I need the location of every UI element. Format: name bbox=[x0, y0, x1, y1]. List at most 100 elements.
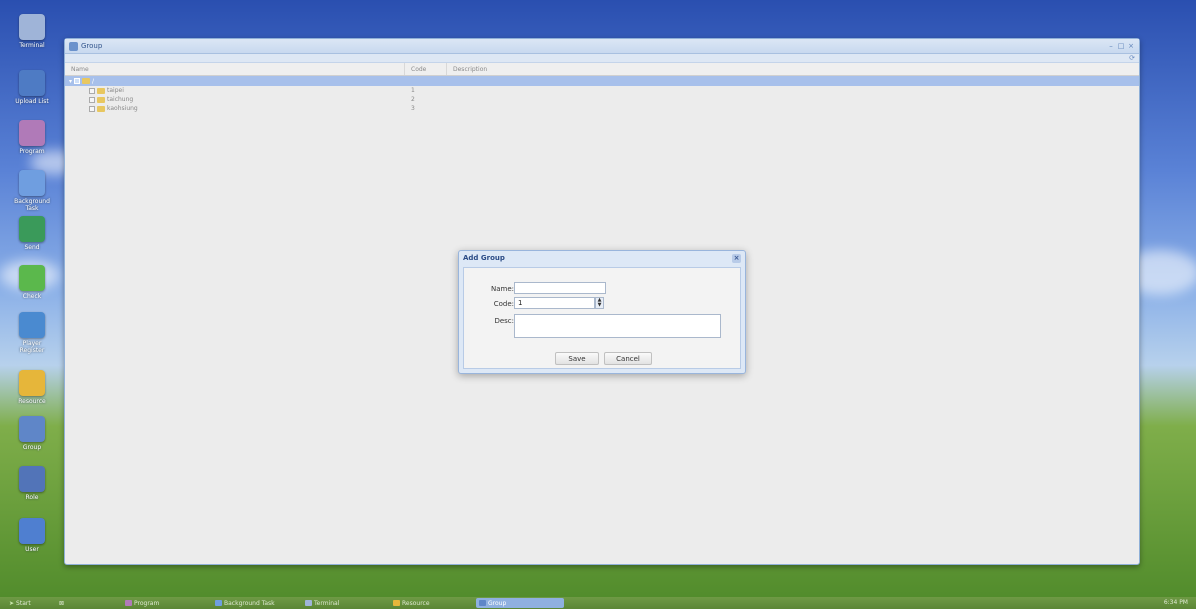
row-name-cell: kaohsiung bbox=[65, 105, 405, 112]
taskbar-item[interactable]: Program bbox=[122, 598, 162, 608]
desktop-icon-label: Background Task bbox=[14, 198, 50, 212]
taskbar-item-label: Program bbox=[134, 599, 160, 607]
code-field[interactable] bbox=[514, 297, 595, 309]
desktop-icon[interactable]: Terminal bbox=[12, 14, 52, 49]
desktop-icon-label: Resource bbox=[18, 398, 46, 405]
desktop-icon[interactable]: Send bbox=[12, 216, 52, 251]
root-label: / bbox=[92, 77, 95, 85]
minimize-icon[interactable]: – bbox=[1107, 42, 1115, 50]
desktop-icon-label: Player Register bbox=[19, 340, 45, 354]
expand-icon[interactable]: ▾ bbox=[69, 78, 72, 85]
desktop-icon[interactable]: Resource bbox=[12, 370, 52, 405]
upload-arrow-icon bbox=[19, 70, 45, 96]
close-icon[interactable]: × bbox=[732, 253, 741, 263]
desktop-icon[interactable]: Check bbox=[12, 265, 52, 300]
monitor-icon bbox=[19, 14, 45, 40]
list-icon bbox=[19, 170, 45, 196]
desktop-icon[interactable]: Player Register bbox=[12, 312, 52, 354]
taskbar-item[interactable]: Terminal bbox=[302, 598, 342, 608]
desktop-icon-label: Check bbox=[22, 293, 42, 300]
row-checkbox[interactable] bbox=[89, 105, 95, 112]
desktop-icon[interactable]: Group bbox=[12, 416, 52, 451]
desktop-icon[interactable]: User bbox=[12, 518, 52, 553]
folder-icon bbox=[97, 87, 105, 94]
root-checkbox[interactable] bbox=[74, 78, 81, 84]
code-stepper[interactable]: ▲ ▼ bbox=[595, 297, 604, 309]
row-name: taichung bbox=[107, 96, 134, 103]
folder-icon bbox=[19, 370, 45, 396]
list-icon bbox=[215, 600, 222, 606]
desktop-icon-label: Terminal bbox=[19, 42, 45, 49]
dialog-titlebar[interactable]: Add Group × bbox=[459, 251, 745, 265]
desc-field[interactable] bbox=[514, 314, 721, 338]
role-icon bbox=[19, 466, 45, 492]
table-row[interactable]: taipei 1 bbox=[65, 86, 1139, 95]
desktop-icon[interactable]: Program bbox=[12, 120, 52, 155]
row-checkbox[interactable] bbox=[89, 96, 95, 103]
folder-icon bbox=[97, 96, 105, 103]
taskbar-item[interactable]: Resource bbox=[390, 598, 433, 608]
monitor-icon bbox=[305, 600, 312, 606]
start-label: Start bbox=[16, 599, 31, 607]
desktop-icon[interactable]: Background Task bbox=[12, 170, 52, 212]
taskbar-item[interactable]: Background Task bbox=[212, 598, 278, 608]
column-header-code[interactable]: Code bbox=[405, 63, 447, 75]
tree-root-row[interactable]: ▾ / bbox=[65, 76, 1139, 86]
taskbar-item-label: Terminal bbox=[314, 599, 340, 607]
grid-header: Name Code Description bbox=[65, 63, 1139, 76]
start-icon: ➤ bbox=[9, 599, 15, 607]
name-field[interactable] bbox=[514, 282, 606, 294]
save-button[interactable]: Save bbox=[555, 352, 599, 365]
group-icon bbox=[69, 41, 78, 51]
desktop-icon-label: User bbox=[25, 546, 39, 553]
cancel-button[interactable]: Cancel bbox=[604, 352, 652, 365]
table-row[interactable]: taichung 2 bbox=[65, 95, 1139, 104]
window-title: Group bbox=[81, 42, 103, 50]
row-name-cell: taichung bbox=[65, 96, 405, 103]
row-name: kaohsiung bbox=[107, 105, 138, 112]
window-titlebar[interactable]: Group – □ × bbox=[65, 39, 1139, 54]
dialog-title: Add Group bbox=[463, 254, 505, 262]
table-row[interactable]: kaohsiung 3 bbox=[65, 104, 1139, 113]
row-name-cell: taipei bbox=[65, 87, 405, 94]
row-name: taipei bbox=[107, 87, 124, 94]
taskbar-item-label: Group bbox=[488, 599, 507, 607]
code-label: Code: bbox=[493, 300, 514, 308]
check-icon bbox=[19, 265, 45, 291]
taskbar-item-label: Background Task bbox=[224, 599, 275, 607]
desktop-icon-label: Program bbox=[19, 148, 45, 155]
desc-label: Desc: bbox=[494, 317, 514, 325]
refresh-icon[interactable]: ⟳ bbox=[1129, 54, 1135, 62]
start-button[interactable]: ➤ Start bbox=[6, 598, 34, 608]
desktop-icon[interactable]: Upload List bbox=[12, 70, 52, 105]
folder-icon bbox=[393, 600, 400, 606]
clock: 6:34 PM bbox=[1163, 599, 1188, 606]
window-toolbar: ⟳ bbox=[65, 54, 1139, 63]
name-label: Name: bbox=[490, 285, 514, 293]
desktop-icon-label: Send bbox=[24, 244, 40, 251]
taskbar: ➤ Start ⊠ Program Background Task Terminal… bbox=[0, 597, 1196, 609]
show-desktop-icon[interactable]: ⊠ bbox=[56, 598, 67, 608]
desktop-icon-label: Group bbox=[22, 444, 42, 451]
row-code: 3 bbox=[411, 105, 415, 112]
user-icon bbox=[19, 518, 45, 544]
folder-icon bbox=[82, 78, 91, 84]
column-header-description[interactable]: Description bbox=[447, 63, 1139, 75]
add-group-dialog[interactable]: Add Group × Name: Code: ▲▼ Desc: Save Ca… bbox=[458, 250, 746, 374]
column-header-name[interactable]: Name bbox=[65, 63, 405, 75]
row-checkbox[interactable] bbox=[89, 87, 95, 94]
maximize-icon[interactable]: □ bbox=[1117, 42, 1125, 50]
key-icon bbox=[19, 312, 45, 338]
group-icon bbox=[19, 416, 45, 442]
row-code: 2 bbox=[411, 96, 415, 103]
row-code: 1 bbox=[411, 87, 415, 94]
taskbar-item-label: Resource bbox=[402, 599, 430, 607]
close-icon[interactable]: × bbox=[1127, 42, 1135, 50]
desktop-icon[interactable]: Role bbox=[12, 466, 52, 501]
group-icon bbox=[479, 600, 486, 606]
desktop-icon-label: Upload List bbox=[15, 98, 49, 105]
program-icon bbox=[125, 600, 132, 606]
desktop-icon-label: Role bbox=[25, 494, 39, 501]
program-icon bbox=[19, 120, 45, 146]
taskbar-item[interactable]: Group bbox=[476, 598, 564, 608]
